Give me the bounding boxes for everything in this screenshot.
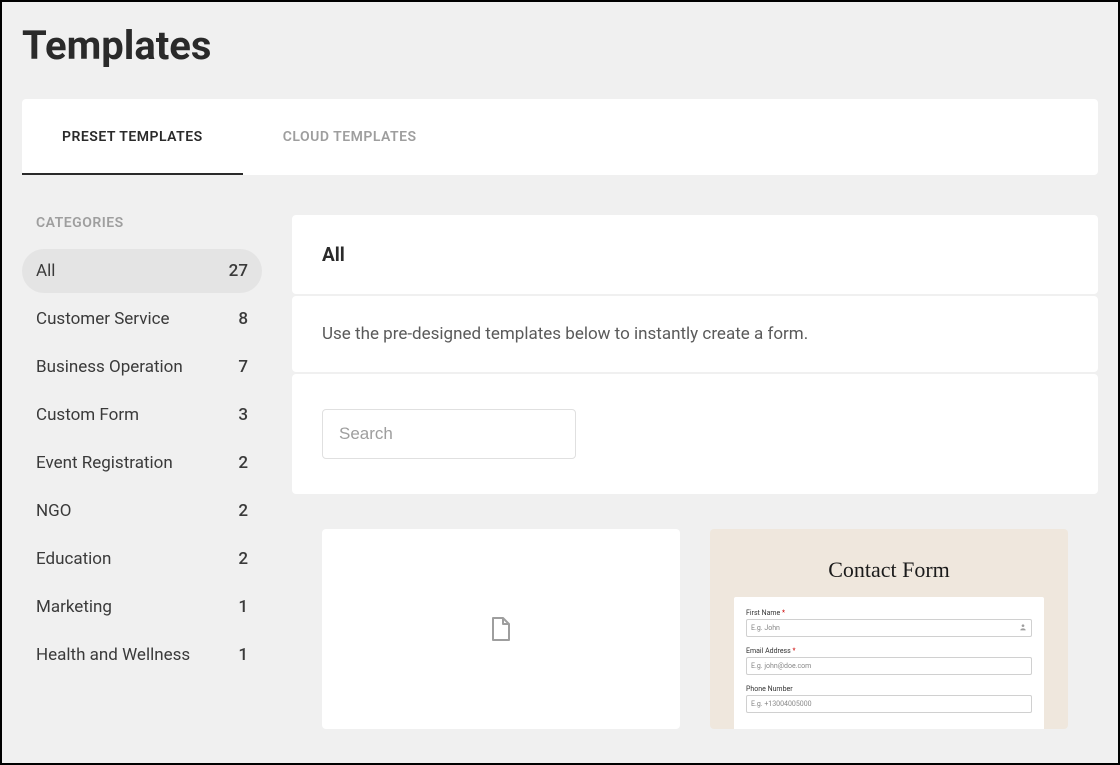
category-name: Business Operation [36,357,183,377]
field-email: Email Address * E.g. john@doe.com [746,647,1032,675]
category-name: Custom Form [36,405,139,425]
category-health-wellness[interactable]: Health and Wellness 1 [22,633,262,677]
category-education[interactable]: Education 2 [22,537,262,581]
category-count: 1 [238,645,248,665]
category-count: 8 [238,309,248,329]
category-count: 3 [238,405,248,425]
category-name: All [36,261,55,281]
category-name: Customer Service [36,309,170,329]
search-container [322,409,576,459]
tabs: PRESET TEMPLATES CLOUD TEMPLATES [22,99,1098,175]
field-input-preview: E.g. +13004005000 [746,695,1032,713]
category-count: 2 [238,501,248,521]
category-event-registration[interactable]: Event Registration 2 [22,441,262,485]
category-marketing[interactable]: Marketing 1 [22,585,262,629]
category-ngo[interactable]: NGO 2 [22,489,262,533]
section-header: All [292,215,1098,294]
field-input-preview: E.g. john@doe.com [746,657,1032,675]
field-label: First Name * [746,609,1032,617]
category-name: Education [36,549,111,569]
template-card-contact-form[interactable]: Contact Form First Name * E.g. John [710,529,1068,729]
tabs-container: PRESET TEMPLATES CLOUD TEMPLATES [22,99,1098,175]
category-name: Health and Wellness [36,645,190,665]
template-grid: Contact Form First Name * E.g. John [292,494,1098,729]
search-card [292,374,1098,494]
description-text: Use the pre-designed templates below to … [322,324,1068,344]
document-icon [492,617,510,641]
field-label: Email Address * [746,647,1032,655]
field-input-preview: E.g. John [746,619,1032,637]
field-label: Phone Number [746,685,1032,693]
page-title: Templates [2,2,1118,99]
app-frame: Templates PRESET TEMPLATES CLOUD TEMPLAT… [0,0,1120,765]
category-name: NGO [36,501,71,521]
category-count: 2 [238,549,248,569]
content-area: CATEGORIES All 27 Customer Service 8 Bus… [2,215,1118,729]
search-input[interactable] [322,409,576,459]
category-custom-form[interactable]: Custom Form 3 [22,393,262,437]
category-count: 1 [238,597,248,617]
tab-cloud-templates[interactable]: CLOUD TEMPLATES [243,99,457,175]
description-card: Use the pre-designed templates below to … [292,296,1098,372]
tab-preset-templates[interactable]: PRESET TEMPLATES [22,99,243,175]
category-count: 27 [229,261,248,281]
field-phone: Phone Number E.g. +13004005000 [746,685,1032,713]
template-card-blank[interactable] [322,529,680,729]
categories-sidebar: CATEGORIES All 27 Customer Service 8 Bus… [22,215,262,729]
category-count: 2 [238,453,248,473]
contact-form-title: Contact Form [710,539,1068,597]
category-all[interactable]: All 27 [22,249,262,293]
category-name: Marketing [36,597,112,617]
category-name: Event Registration [36,453,173,473]
person-icon [1019,623,1027,633]
contact-form-panel: First Name * E.g. John Email Address * [734,597,1044,729]
field-first-name: First Name * E.g. John [746,609,1032,637]
categories-heading: CATEGORIES [22,215,262,249]
category-customer-service[interactable]: Customer Service 8 [22,297,262,341]
category-count: 7 [238,357,248,377]
section-title: All [322,243,1068,266]
category-business-operation[interactable]: Business Operation 7 [22,345,262,389]
main-panel: All Use the pre-designed templates below… [292,215,1098,729]
